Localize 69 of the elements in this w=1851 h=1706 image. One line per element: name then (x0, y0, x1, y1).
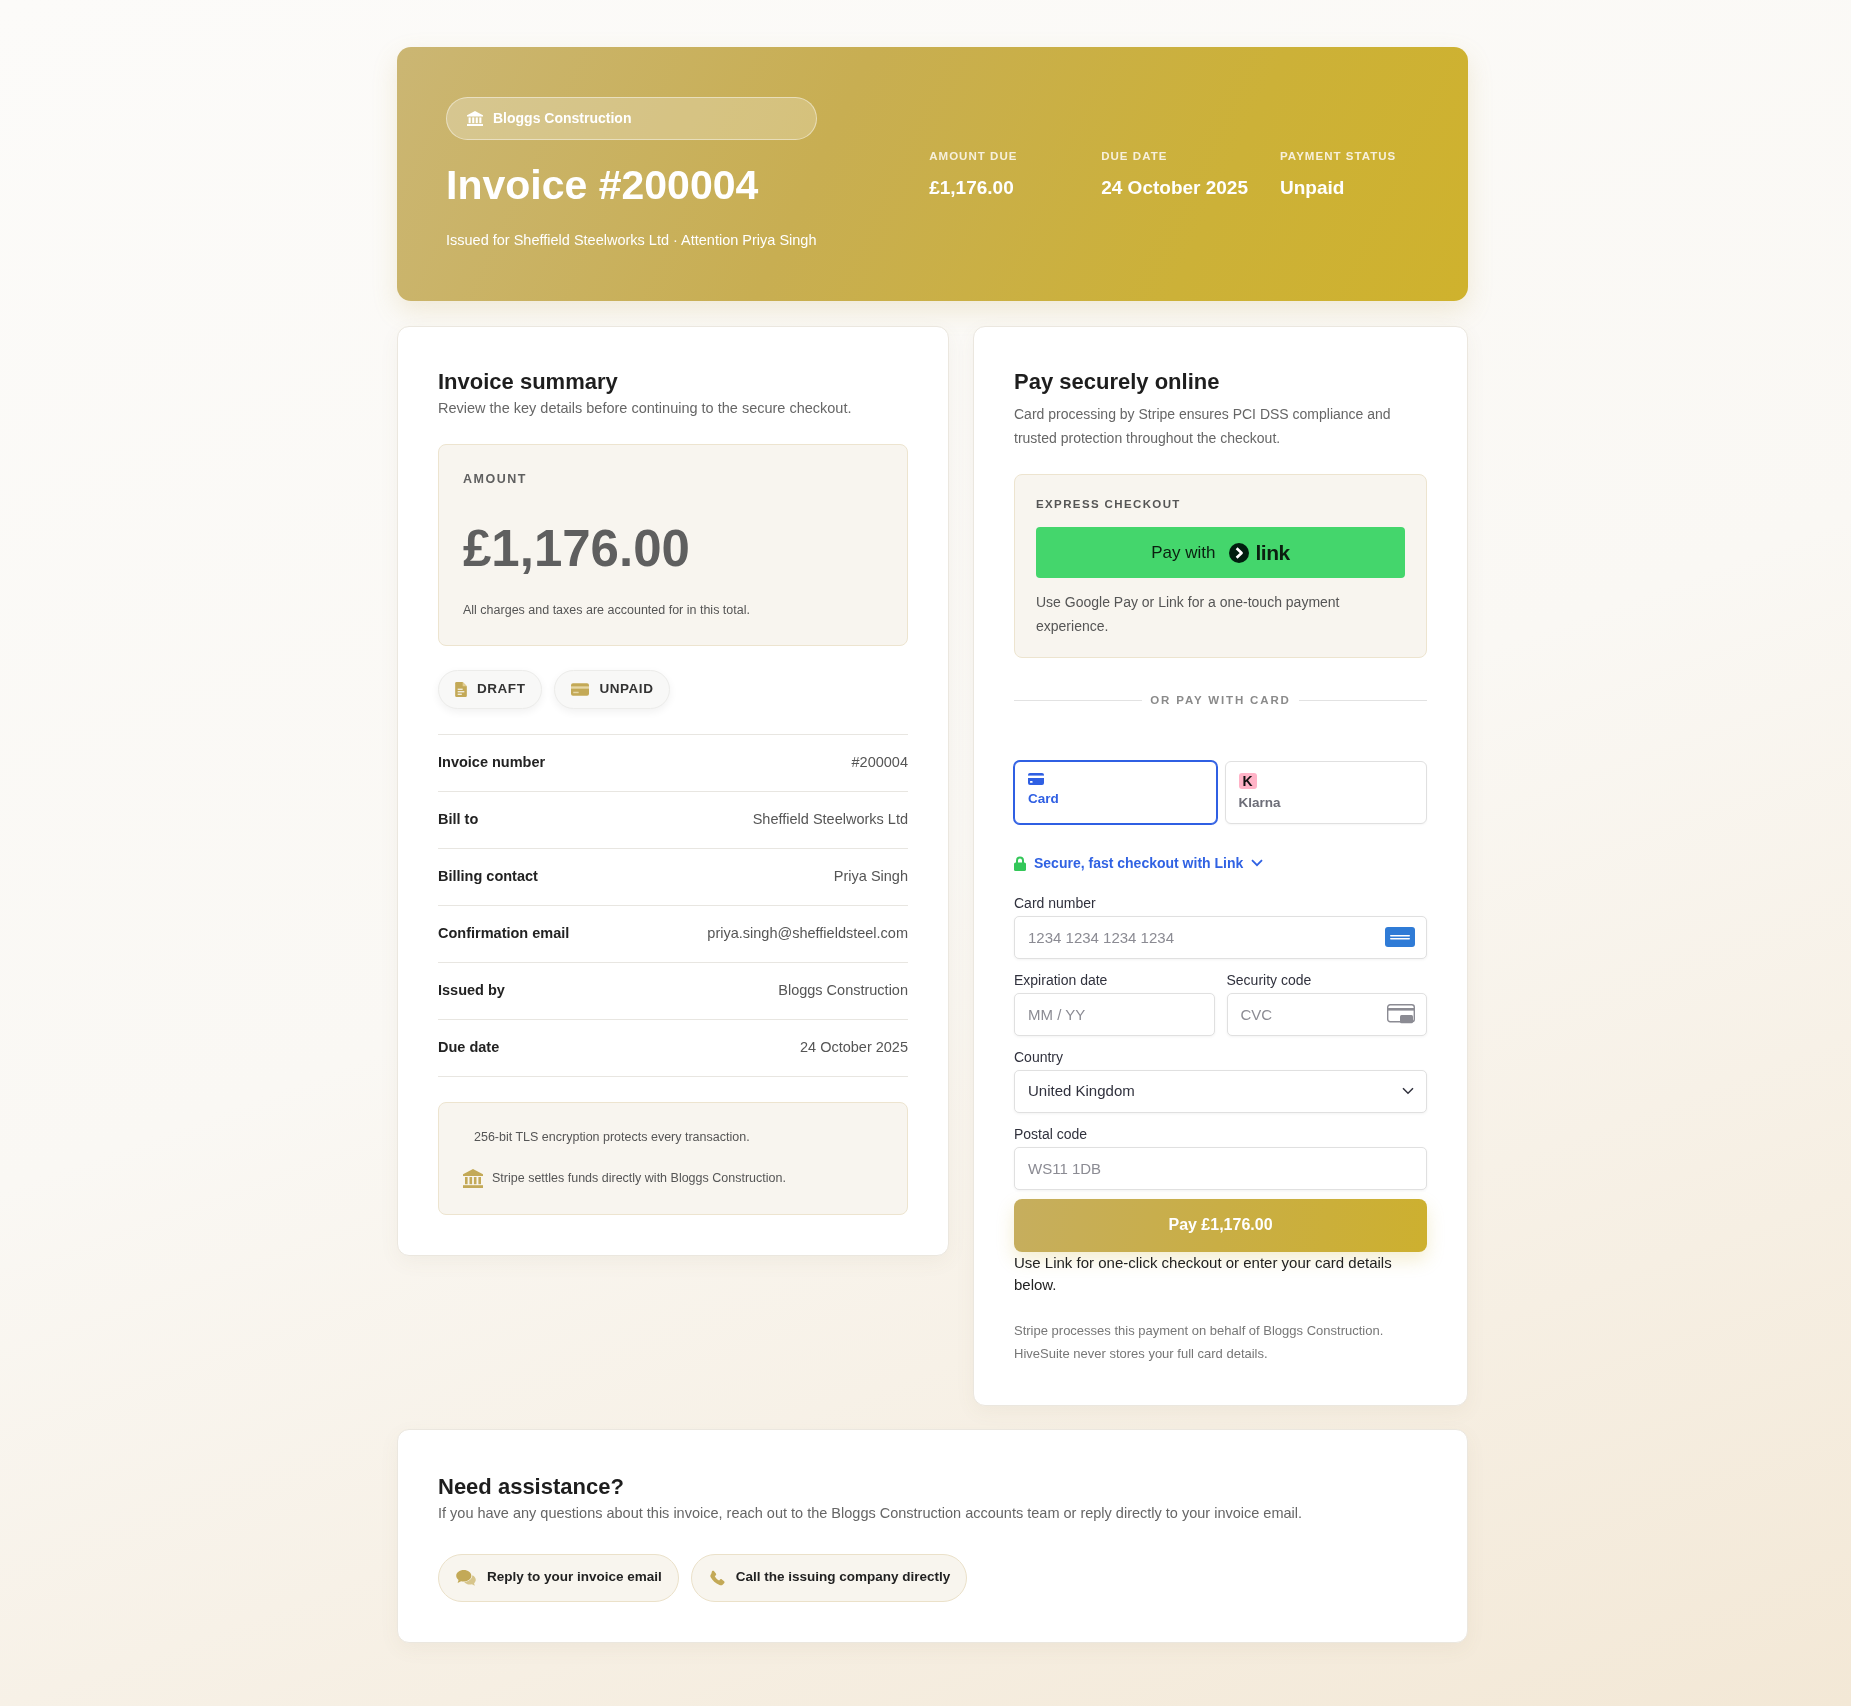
detail-value: 24 October 2025 (799, 1038, 908, 1058)
link-checkout-toggle[interactable]: Secure, fast checkout with Link (1014, 853, 1264, 873)
card-title: Invoice summary (438, 368, 619, 396)
card-description: If you have any questions about this invoice, reach out to the Bloggs Construction accounts team or reply directly to your invoice email. (438, 1503, 1304, 1523)
input-field[interactable]: WS11 1DB (1014, 1146, 1427, 1190)
stat-value: £1,176.00 (929, 176, 1015, 200)
security-note: 256-bit TLS encryption protects every transaction. (474, 1129, 750, 1146)
section-label: EXPRESS CHECKOUT (1036, 497, 1182, 512)
stat-value: Unpaid (1280, 176, 1346, 200)
chevron-down-icon (1251, 859, 1264, 867)
phone-icon (708, 1569, 725, 1586)
detail-value: Bloggs Construction (778, 981, 908, 1001)
detail-value: #200004 (851, 753, 908, 773)
detail-label: Issued by (438, 981, 505, 1001)
payment-method-tab[interactable]: K Klarna (1224, 761, 1427, 824)
invoice-subtitle: Issued for Sheffield Steelworks Ltd · Attention Priya Singh (446, 231, 817, 250)
card-brand-icon (1385, 927, 1415, 947)
detail-label: Confirmation email (438, 924, 570, 944)
stat-value: 24 October 2025 (1101, 176, 1248, 200)
document-icon (455, 682, 467, 697)
amount-note: All charges and taxes are accounted for in this total. (463, 602, 751, 619)
card-title: Need assistance? (438, 1472, 625, 1501)
chat-bubbles-icon (456, 1569, 476, 1586)
chevron-circle-icon (1229, 542, 1250, 563)
stat-label: AMOUNT DUE (929, 149, 1019, 164)
field-label: Expiration date (1014, 970, 1109, 989)
detail-value: Priya Singh (833, 867, 908, 887)
card-number-field[interactable]: 1234 1234 1234 1234 (1014, 915, 1427, 959)
security-code-field[interactable]: CVC (1226, 992, 1427, 1036)
invoice-title: Invoice #200004 (446, 161, 760, 210)
payment-hint: Use Link for one-click checkout or enter your card details below. (1014, 1252, 1393, 1295)
detail-label: Billing contact (438, 867, 538, 887)
letter-tile-icon: K (1238, 773, 1257, 789)
payment-method-tab[interactable]: Card (1014, 761, 1217, 824)
stat-label: PAYMENT STATUS (1280, 149, 1398, 164)
security-note: Stripe settles funds directly with Bloggs Construction. (492, 1170, 786, 1187)
card-description: Review the key details before continuing to the secure checkout. (438, 399, 853, 418)
divider-label: OR PAY WITH CARD (1150, 693, 1291, 708)
status-text: UNPAID (599, 680, 654, 699)
detail-value: priya.singh@sheffieldsteel.com (707, 924, 908, 944)
bank-icon (467, 110, 483, 127)
amount-value: £1,176.00 (463, 519, 691, 579)
input-field[interactable]: MM / YY (1014, 992, 1215, 1036)
cvc-card-icon (1387, 1004, 1415, 1024)
field-label: Security code (1226, 970, 1313, 989)
field-label: Postal code (1014, 1124, 1089, 1143)
call-button[interactable]: Call the issuing company directly (690, 1553, 968, 1602)
credit-card-icon (1028, 773, 1044, 785)
lock-icon (1014, 855, 1026, 871)
country-select[interactable]: United Kingdom (1014, 1069, 1427, 1113)
field-label: Country (1014, 1047, 1065, 1066)
detail-label: Bill to (438, 810, 479, 830)
stat-label: DUE DATE (1101, 149, 1169, 164)
detail-label: Due date (438, 1038, 500, 1058)
payment-footnote: Stripe processes this payment on behalf of Bloggs Construction. HiveSuite never stores your full card details. (1014, 1321, 1385, 1363)
detail-value: Sheffield Steelworks Ltd (752, 810, 908, 830)
bank-icon (463, 1168, 483, 1188)
reply-email-button[interactable]: Reply to your invoice email (438, 1553, 679, 1602)
field-label: Card number (1014, 893, 1097, 912)
express-note: Use Google Pay or Link for a one-touch payment experience. (1036, 593, 1341, 636)
status-text: DRAFT (477, 680, 526, 699)
card-description: Card processing by Stripe ensures PCI DSS compliance and trusted protection throughout the checkout. (1014, 405, 1392, 448)
chevron-down-icon (1402, 1087, 1414, 1095)
amount-label: AMOUNT (463, 471, 528, 488)
credit-card-icon (571, 683, 590, 696)
card-title: Pay securely online (1014, 368, 1221, 396)
pay-with-link-button[interactable]: Pay with link (1036, 527, 1405, 578)
company-name: Bloggs Construction (493, 109, 632, 128)
detail-label: Invoice number (438, 753, 546, 773)
